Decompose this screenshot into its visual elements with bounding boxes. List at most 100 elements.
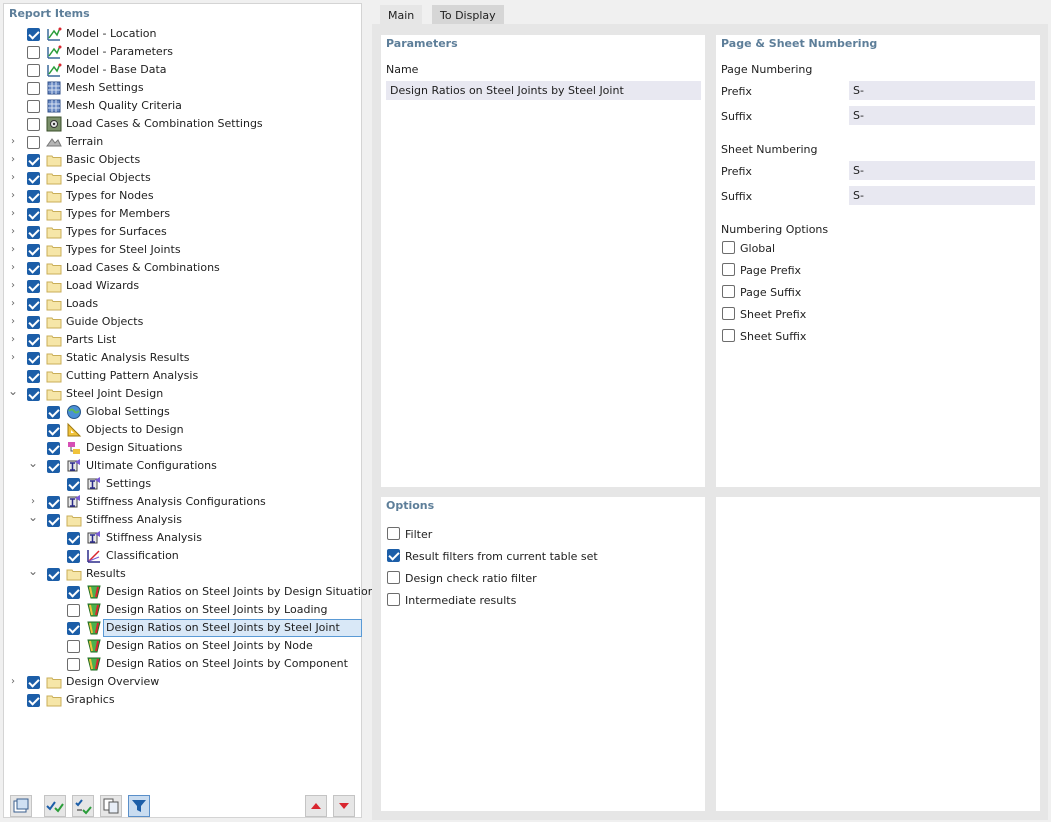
tree-item[interactable]: Stiffness Analysis bbox=[4, 529, 361, 547]
tree-item[interactable]: Cutting Pattern Analysis bbox=[4, 367, 361, 385]
tree-item[interactable]: › Types for Steel Joints bbox=[4, 241, 361, 259]
check-all-button[interactable] bbox=[44, 795, 66, 817]
chevron-down-icon[interactable]: ⌄ bbox=[26, 564, 40, 578]
chevron-right-icon[interactable]: › bbox=[6, 297, 20, 311]
tree-item-checkbox[interactable] bbox=[27, 352, 40, 365]
tree-item[interactable]: Classification bbox=[4, 547, 361, 565]
numbering-option-checkbox[interactable] bbox=[722, 285, 735, 298]
tree-item[interactable]: ⌄ Stiffness Analysis bbox=[4, 510, 361, 529]
new-window-button[interactable] bbox=[10, 795, 32, 817]
tree-item[interactable]: › Types for Members bbox=[4, 205, 361, 223]
option-checkbox[interactable] bbox=[387, 549, 400, 562]
tree-item[interactable]: › Special Objects bbox=[4, 169, 361, 187]
tree-item-checkbox[interactable] bbox=[27, 82, 40, 95]
tree-item-checkbox[interactable] bbox=[27, 676, 40, 689]
tree-item[interactable]: Design Ratios on Steel Joints by Compone… bbox=[4, 655, 361, 673]
chevron-right-icon[interactable]: › bbox=[6, 333, 20, 347]
toggle-check-button[interactable] bbox=[72, 795, 94, 817]
tree-item[interactable]: › Terrain bbox=[4, 133, 361, 151]
page-suffix-field[interactable]: S- bbox=[849, 106, 1035, 125]
tree-item[interactable]: Settings bbox=[4, 475, 361, 493]
tree-item-checkbox[interactable] bbox=[27, 154, 40, 167]
tree-item[interactable]: › Types for Nodes bbox=[4, 187, 361, 205]
chevron-right-icon[interactable]: › bbox=[6, 351, 20, 365]
filter-button[interactable] bbox=[128, 795, 150, 817]
tree-item-checkbox[interactable] bbox=[47, 460, 60, 473]
numbering-option-checkbox[interactable] bbox=[722, 329, 735, 342]
tree-item-checkbox[interactable] bbox=[67, 550, 80, 563]
move-up-button[interactable] bbox=[305, 795, 327, 817]
chevron-right-icon[interactable]: › bbox=[6, 279, 20, 293]
option-checkbox[interactable] bbox=[387, 527, 400, 540]
tree-item-checkbox[interactable] bbox=[47, 442, 60, 455]
tree-item[interactable]: › Types for Surfaces bbox=[4, 223, 361, 241]
chevron-right-icon[interactable]: › bbox=[6, 675, 20, 689]
tree-item-checkbox[interactable] bbox=[47, 568, 60, 581]
tree-item[interactable]: Design Ratios on Steel Joints by Design … bbox=[4, 583, 375, 601]
tree-item-checkbox[interactable] bbox=[67, 586, 80, 599]
tree-item-checkbox[interactable] bbox=[47, 424, 60, 437]
numbering-option-checkbox[interactable] bbox=[722, 263, 735, 276]
tree-item[interactable]: ⌄ Ultimate Configurations bbox=[4, 456, 361, 475]
tree-item[interactable]: › Basic Objects bbox=[4, 151, 361, 169]
tab-to-display[interactable]: To Display bbox=[432, 5, 504, 26]
tree-item[interactable]: ⌄ Steel Joint Design bbox=[4, 384, 361, 403]
tree-item-checkbox[interactable] bbox=[27, 136, 40, 149]
tree-item[interactable]: Mesh Quality Criteria bbox=[4, 97, 361, 115]
chevron-right-icon[interactable]: › bbox=[6, 135, 20, 149]
tree-item[interactable]: Model - Location bbox=[4, 25, 361, 43]
chevron-right-icon[interactable]: › bbox=[6, 189, 20, 203]
numbering-option-checkbox[interactable] bbox=[722, 307, 735, 320]
tree-item-checkbox[interactable] bbox=[67, 478, 80, 491]
tree-item[interactable]: Mesh Settings bbox=[4, 79, 361, 97]
tree-item[interactable]: › Load Wizards bbox=[4, 277, 361, 295]
tree-item[interactable]: Load Cases & Combination Settings bbox=[4, 115, 361, 133]
tree-item-checkbox[interactable] bbox=[27, 64, 40, 77]
sheet-prefix-field[interactable]: S- bbox=[849, 161, 1035, 180]
tree-item-checkbox[interactable] bbox=[47, 496, 60, 509]
option-checkbox[interactable] bbox=[387, 593, 400, 606]
numbering-option-checkbox[interactable] bbox=[722, 241, 735, 254]
tree-item-checkbox[interactable] bbox=[67, 604, 80, 617]
tab-main[interactable]: Main bbox=[380, 5, 423, 26]
tree-item-checkbox[interactable] bbox=[27, 28, 40, 41]
chevron-down-icon[interactable]: ⌄ bbox=[26, 510, 40, 524]
chevron-right-icon[interactable]: › bbox=[6, 315, 20, 329]
tree-item-checkbox[interactable] bbox=[27, 226, 40, 239]
tree-item[interactable]: Objects to Design bbox=[4, 421, 361, 439]
tree-item[interactable]: › Design Overview bbox=[4, 673, 361, 691]
tree-item-checkbox[interactable] bbox=[27, 190, 40, 203]
tree-item-checkbox[interactable] bbox=[67, 532, 80, 545]
chevron-down-icon[interactable]: ⌄ bbox=[6, 384, 20, 398]
sheet-suffix-field[interactable]: S- bbox=[849, 186, 1035, 205]
tree-item[interactable]: ⌄ Results bbox=[4, 564, 361, 583]
name-field[interactable]: Design Ratios on Steel Joints by Steel J… bbox=[386, 81, 701, 100]
chevron-right-icon[interactable]: › bbox=[6, 153, 20, 167]
option-checkbox[interactable] bbox=[387, 571, 400, 584]
tree-item-checkbox[interactable] bbox=[27, 316, 40, 329]
tree-item[interactable]: › Load Cases & Combinations bbox=[4, 259, 361, 277]
tree-item[interactable]: Design Ratios on Steel Joints by Node bbox=[4, 637, 361, 655]
tree-item-checkbox[interactable] bbox=[27, 244, 40, 257]
tree-item-checkbox[interactable] bbox=[67, 658, 80, 671]
chevron-right-icon[interactable]: › bbox=[6, 171, 20, 185]
tree-item[interactable]: › Parts List bbox=[4, 331, 361, 349]
tree-item-checkbox[interactable] bbox=[27, 46, 40, 59]
tree-item[interactable]: Design Ratios on Steel Joints by Steel J… bbox=[4, 619, 362, 637]
tree-item-checkbox[interactable] bbox=[27, 208, 40, 221]
chevron-right-icon[interactable]: › bbox=[6, 207, 20, 221]
tree-item[interactable]: › Loads bbox=[4, 295, 361, 313]
tree-item-checkbox[interactable] bbox=[27, 262, 40, 275]
tree-item[interactable]: Global Settings bbox=[4, 403, 361, 421]
tree-item-checkbox[interactable] bbox=[47, 406, 60, 419]
chevron-right-icon[interactable]: › bbox=[6, 225, 20, 239]
tree-item[interactable]: Graphics bbox=[4, 691, 361, 709]
tree-item-checkbox[interactable] bbox=[27, 334, 40, 347]
tree-item-checkbox[interactable] bbox=[27, 118, 40, 131]
tree-item-checkbox[interactable] bbox=[27, 370, 40, 383]
chevron-right-icon[interactable]: › bbox=[6, 261, 20, 275]
tree-item-checkbox[interactable] bbox=[47, 514, 60, 527]
chevron-right-icon[interactable]: › bbox=[26, 495, 40, 509]
tree-item[interactable]: Model - Parameters bbox=[4, 43, 361, 61]
tree-item[interactable]: › Static Analysis Results bbox=[4, 349, 361, 367]
